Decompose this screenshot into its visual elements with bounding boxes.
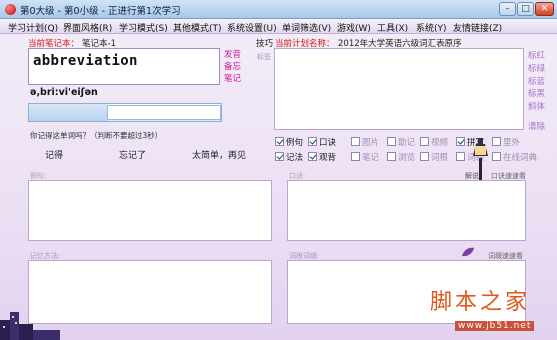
spelling-progress (29, 104, 107, 121)
menu-friend-links[interactable]: 友情链接(Z) (453, 21, 502, 34)
checkbox-image[interactable]: 图片 (351, 136, 379, 148)
tips-small-label: 标签 (257, 53, 271, 61)
pronounce-link[interactable]: 发音 (224, 48, 241, 60)
menu-system-settings[interactable]: 系统设置(U) (227, 21, 277, 34)
checkbox-memory-method[interactable]: 记法 (275, 151, 303, 163)
spelling-input[interactable] (107, 105, 221, 120)
note-link[interactable]: 笔记 (224, 72, 241, 84)
checkbox-online-dictionary[interactable]: 在线词典 (492, 151, 537, 163)
memory-method-panel[interactable] (28, 260, 272, 324)
minimize-button[interactable]: – (499, 2, 516, 16)
watermark-url: www.jb51.net (455, 321, 535, 331)
checkbox-box (456, 152, 465, 161)
example-panel[interactable] (28, 180, 272, 241)
menu-study-plan[interactable]: 学习计划(Q) (8, 21, 58, 34)
mnemonic-panel[interactable] (287, 180, 526, 241)
menu-other-mode[interactable]: 其他模式(T) (173, 21, 222, 34)
checkbox-inside-out[interactable]: 里外 (492, 136, 520, 148)
checkbox-mnemonic[interactable]: 口诀 (308, 136, 336, 148)
checkbox-memory-aid[interactable]: 助记 (387, 136, 415, 148)
memo-link[interactable]: 备忘 (224, 60, 241, 72)
menu-bar: 学习计划(Q) 界面风格(R) 学习模式(S) 其他模式(T) 系统设置(U) … (0, 19, 557, 34)
forgot-button[interactable]: 忘记了 (119, 148, 146, 161)
checkbox-box (387, 152, 396, 161)
app-icon (5, 4, 16, 15)
checkbox-box (275, 152, 284, 161)
menu-system[interactable]: 系统(Y) (416, 21, 447, 34)
checkbox-box (420, 152, 429, 161)
checkbox-observe-recite[interactable]: 观背 (308, 151, 336, 163)
checkbox-box (456, 137, 465, 146)
tips-panel (274, 48, 524, 130)
leaf-icon (462, 247, 474, 257)
checkbox-root[interactable]: 词根 (420, 151, 448, 163)
checkbox-box (387, 137, 396, 146)
menu-tools[interactable]: 工具(X) (377, 21, 408, 34)
word-text: abbreviation (33, 53, 138, 69)
menu-word-filter[interactable]: 单词筛选(V) (282, 21, 331, 34)
checkbox-box (351, 137, 360, 146)
checkbox-box (420, 137, 429, 146)
checkbox-notes[interactable]: 笔记 (351, 151, 379, 163)
main-area: 当前笔记本： 笔记本-1 abbreviation 发音 备忘 笔记 ə,bri… (0, 34, 557, 340)
menu-study-mode[interactable]: 学习模式(S) (119, 21, 168, 34)
city-silhouette-icon (0, 312, 60, 340)
checkbox-box (308, 137, 317, 146)
maximize-button[interactable]: □ (517, 2, 534, 16)
menu-game[interactable]: 游戏(W) (337, 21, 371, 34)
close-button[interactable]: ✕ (535, 2, 554, 16)
memory-question: 你记得这单词吗？（判断不要超过3秒） (30, 131, 163, 140)
too-easy-button[interactable]: 太简单，再见 (192, 148, 246, 161)
spelling-field (28, 103, 222, 122)
menu-ui-style[interactable]: 界面风格(R) (63, 21, 112, 34)
mark-blue-link[interactable]: 标蓝 (528, 75, 545, 87)
checkbox-box (308, 152, 317, 161)
mark-italic-link[interactable]: 斜体 (528, 100, 545, 112)
checkbox-browse[interactable]: 浏览 (387, 151, 415, 163)
word-display: abbreviation (28, 48, 220, 85)
tips-label[interactable]: 技巧 (256, 37, 273, 49)
checkbox-box (275, 137, 284, 146)
title-bar: 第0大级 - 第0小级 - 正进行第1次学习 – □ ✕ (0, 0, 557, 19)
checkbox-box (351, 152, 360, 161)
mark-clear-link[interactable]: 清除 (528, 120, 545, 132)
watermark-brand: 脚本之家 (430, 290, 531, 315)
remember-button[interactable]: 记得 (45, 148, 63, 161)
mark-green-link[interactable]: 标绿 (528, 62, 545, 74)
window-title: 第0大级 - 第0小级 - 正进行第1次学习 (20, 6, 181, 17)
checkbox-example[interactable]: 例句 (275, 136, 303, 148)
mark-black-link[interactable]: 标黑 (528, 87, 545, 99)
phonetic-text: ə,bri:vi'eiʃən (30, 87, 98, 98)
checkbox-video[interactable]: 视频 (420, 136, 448, 148)
mark-red-link[interactable]: 标红 (528, 49, 545, 61)
